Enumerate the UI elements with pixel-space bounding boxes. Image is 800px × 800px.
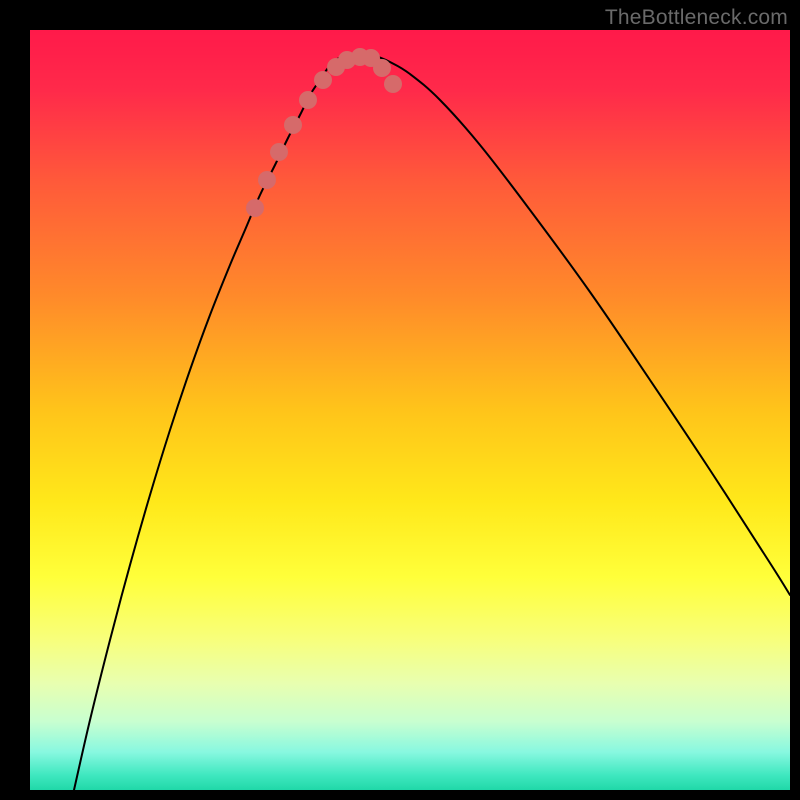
chart-background (30, 30, 790, 790)
highlight-dot (373, 59, 391, 77)
highlight-dot (299, 91, 317, 109)
highlight-dot (246, 199, 264, 217)
highlight-dot (284, 116, 302, 134)
highlight-dot (258, 171, 276, 189)
chart-container (30, 30, 790, 790)
bottleneck-chart (30, 30, 790, 790)
highlight-dot (314, 71, 332, 89)
watermark-text: TheBottleneck.com (605, 6, 788, 30)
highlight-dot (384, 75, 402, 93)
highlight-dot (270, 143, 288, 161)
